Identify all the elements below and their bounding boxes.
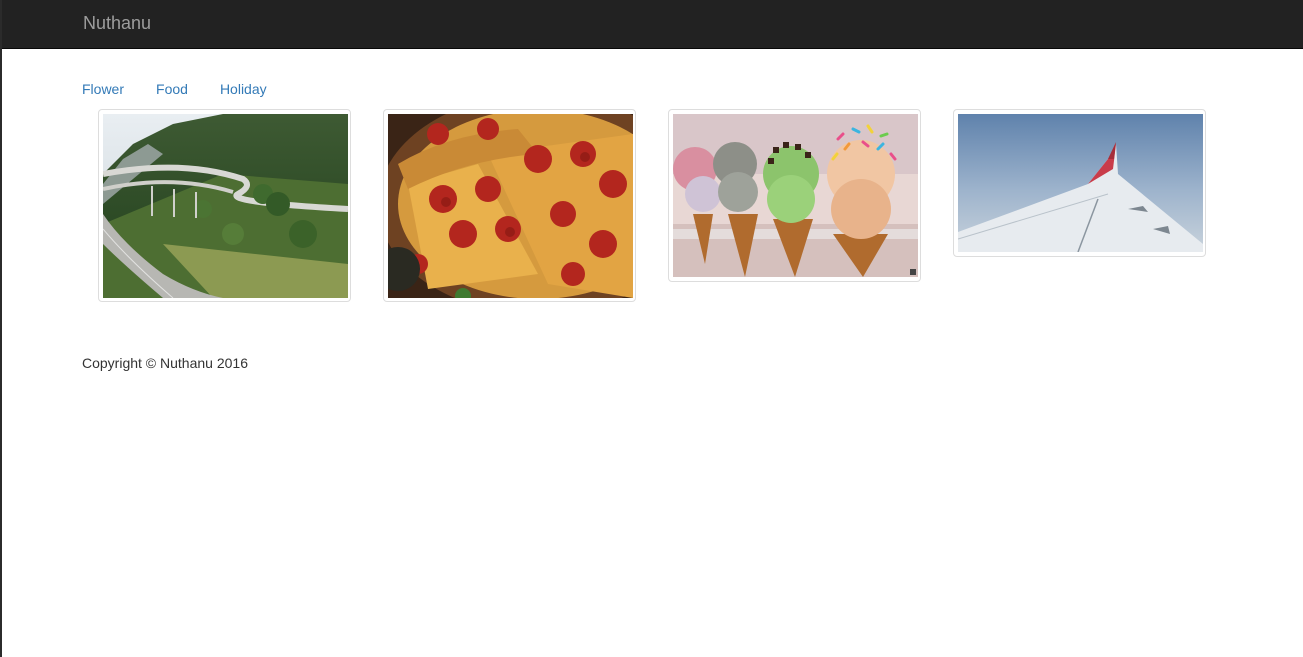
ice-cream-image xyxy=(673,114,918,277)
tab-flower[interactable]: Flower xyxy=(82,80,124,98)
pizza-image xyxy=(388,114,633,298)
tab-holiday[interactable]: Holiday xyxy=(220,80,267,98)
gallery-thumbnail-airplane[interactable] xyxy=(953,109,1206,257)
gallery-thumbnail-ice-cream[interactable] xyxy=(668,109,921,282)
airplane-wing-image xyxy=(958,114,1203,252)
brand-link[interactable]: Nuthanu xyxy=(83,13,151,33)
gallery-thumbnail-highway[interactable] xyxy=(98,109,351,302)
tab-food[interactable]: Food xyxy=(156,80,188,98)
top-navbar: Nuthanu xyxy=(2,0,1303,49)
category-tabs: Flower Food Holiday xyxy=(82,80,267,98)
window-left-edge xyxy=(0,0,2,657)
gallery-thumbnail-pizza[interactable] xyxy=(383,109,636,302)
footer-copyright: Copyright © Nuthanu 2016 xyxy=(82,355,248,371)
highway-image xyxy=(103,114,348,298)
